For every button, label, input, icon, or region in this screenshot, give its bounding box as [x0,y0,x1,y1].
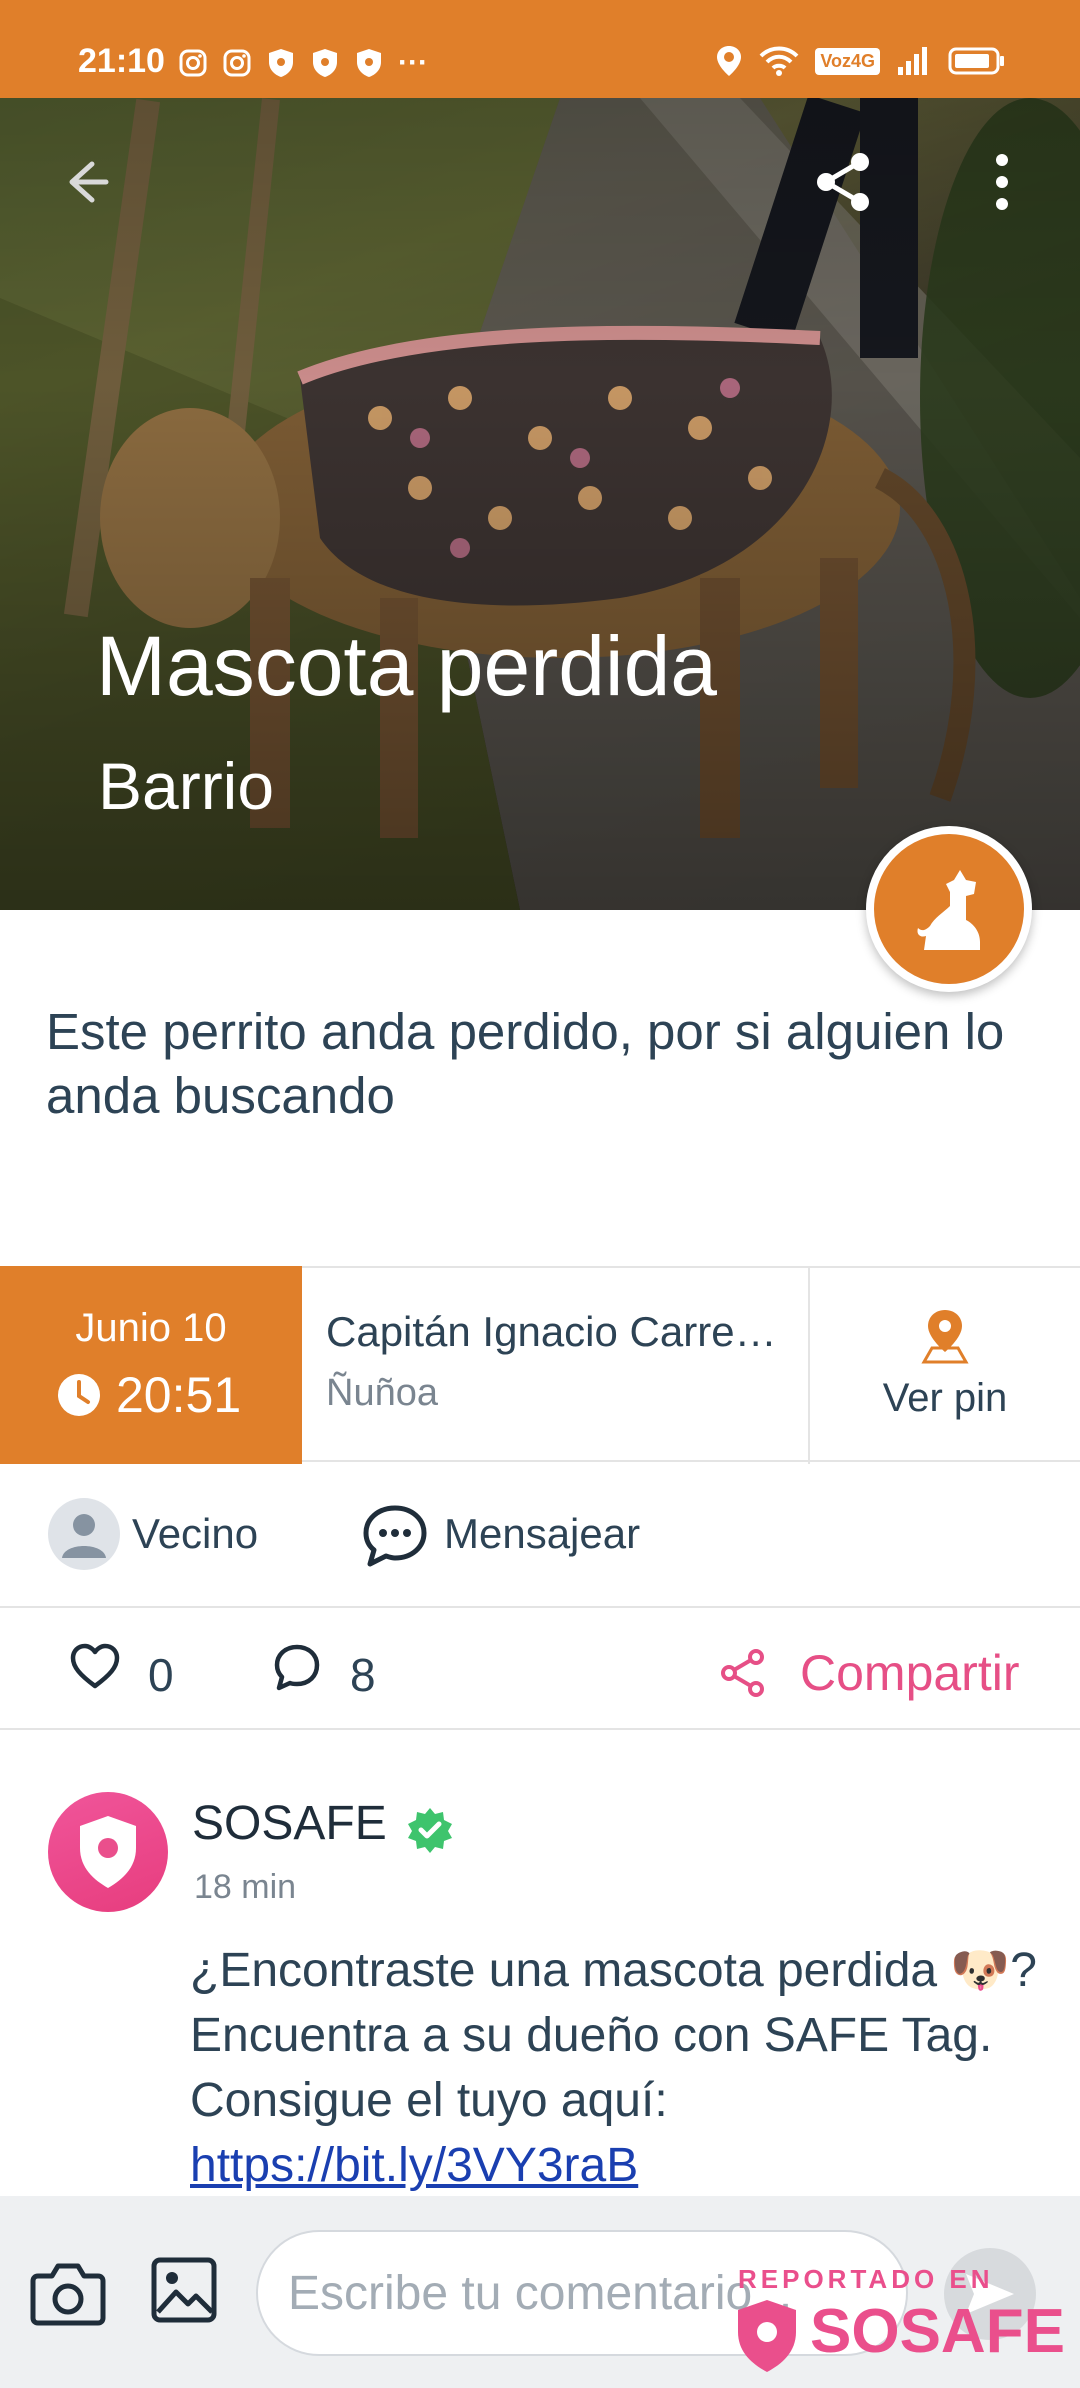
share-button[interactable]: Compartir [720,1642,1040,1702]
street-name: Capitán Ignacio Carrera Pinto [326,1308,786,1355]
view-pin-label: Ver pin [882,1376,1008,1420]
like-button[interactable]: 0 [70,1642,190,1702]
post-date: Junio 10 [75,1306,227,1350]
instagram-icon [179,49,207,77]
shield-icon [357,49,381,77]
map-pin-icon [921,1310,969,1364]
avatar[interactable] [48,1498,120,1570]
comment-body: ¿Encontraste una mascota perdida 🐶? Encu… [190,1944,1037,2127]
share-icon [721,1649,764,1697]
status-bar: 21:10 ··· Voz4G [0,0,1080,98]
heart-icon [70,1643,120,1689]
location-address[interactable]: Capitán Ignacio Carrera Pinto Ñuñoa [326,1308,786,1415]
back-button[interactable] [52,150,116,214]
comment-time: 18 min [194,1868,297,1906]
post-description: Este perrito anda perdido, por si alguie… [46,1003,1005,1124]
date-box: Junio 10 20:51 [0,1266,302,1464]
sosafe-watermark: REPORTADO EN SOSAFE [732,2264,1072,2384]
post-subtitle: Barrio [98,749,275,823]
shield-icon [313,49,337,77]
clock-icon [58,1374,100,1416]
category-badge [866,826,1032,992]
share-label: Compartir [800,1645,1020,1701]
post-hero-image[interactable]: Mascota perdida Barrio [0,98,1080,910]
comment-item: SOSAFE 18 min ¿Encontraste una mascota p… [0,1732,1080,2200]
shield-icon [269,49,293,77]
location-icon [717,46,742,76]
message-label: Mensajear [444,1510,641,1557]
arrow-left-icon [69,161,109,203]
comment-composer: REPORTADO EN SOSAFE [0,2196,1080,2388]
post-info-row: Junio 10 20:51 Capitán Ignacio Carrera P… [0,1266,1080,1464]
comment-link[interactable]: https://bit.ly/3VY3raB [190,2139,638,2192]
sosafe-logo-icon [80,1816,136,1888]
interactions-row: 0 8 Compartir [0,1608,1080,1730]
comment-count: 8 [350,1649,376,1701]
user-icon [62,1514,106,1558]
image-icon [151,2257,217,2323]
signal-icon [898,47,927,75]
comment-author-name[interactable]: SOSAFE [192,1796,387,1851]
battery-icon [948,47,1004,75]
commune-name: Ñuñoa [326,1372,438,1414]
post-time: 20:51 [116,1367,242,1423]
wifi-icon [759,46,799,76]
view-pin-button[interactable]: Ver pin [810,1268,1080,1464]
header-share-button[interactable] [812,150,876,214]
comment-text: ¿Encontraste una mascota perdida 🐶? Encu… [190,1938,1040,2198]
comments-button[interactable]: 8 [272,1642,392,1702]
gallery-button[interactable] [150,2256,218,2324]
more-notifications-icon: ··· [398,46,428,79]
camera-button[interactable] [30,2260,106,2328]
share-icon [817,153,869,211]
author-name[interactable]: Vecino [132,1510,258,1558]
message-button[interactable]: Mensajear [362,1498,682,1574]
instagram-icon [223,49,251,77]
comment-author-avatar[interactable] [48,1792,168,1912]
dog-icon [917,870,980,950]
volte-icon: Voz4G [815,47,880,75]
watermark-reported-label: REPORTADO EN [738,2264,994,2294]
notification-icons: ··· [178,46,428,80]
author-row: Vecino Mensajear [0,1462,1080,1608]
camera-icon [30,2263,106,2326]
chat-bubble-icon [363,1505,427,1567]
status-time: 21:10 [78,42,165,80]
like-count: 0 [148,1649,174,1701]
system-icons: Voz4G [715,44,1006,78]
sosafe-shield-icon [738,2300,796,2372]
more-options-button[interactable] [974,150,1030,214]
verified-badge-icon [408,1808,452,1853]
post-title: Mascota perdida [96,619,718,713]
watermark-brand: SOSAFE [810,2297,1065,2366]
comment-icon [274,1644,320,1691]
more-vertical-icon [996,154,1008,210]
